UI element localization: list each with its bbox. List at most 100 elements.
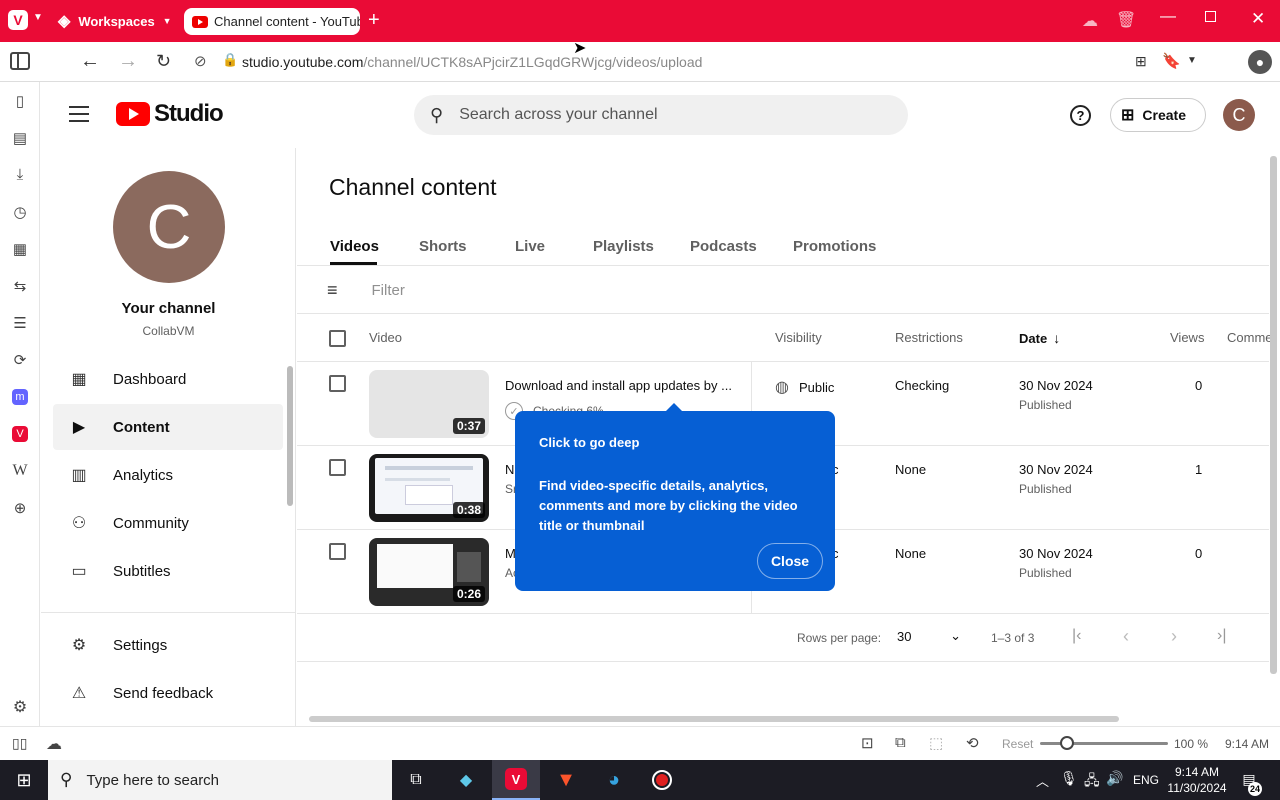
microphone-icon[interactable]: 🎙 (1060, 770, 1078, 787)
video-thumbnail[interactable]: 0:37 (369, 370, 489, 438)
zoom-reset-button[interactable]: Reset (1002, 737, 1033, 751)
tab-promotions[interactable]: Promotions (793, 238, 876, 255)
video-thumbnail[interactable]: 0:26 (369, 538, 489, 606)
search-bar[interactable]: ⚲ Search across your channel (414, 95, 908, 135)
tab-shorts[interactable]: Shorts (419, 238, 515, 255)
search-input[interactable]: Search across your channel (459, 106, 657, 124)
language-indicator[interactable]: ENG (1133, 773, 1159, 787)
taskbar-search[interactable]: ⚲ Type here to search (48, 760, 392, 800)
cloud-sync-icon[interactable]: ☁ (1082, 11, 1098, 31)
reload-button[interactable]: ↻ (156, 51, 171, 72)
sidebar-item-subtitles[interactable]: ▭ Subtitles (53, 548, 283, 594)
capture-icon[interactable]: ⊡ (861, 734, 874, 752)
volume-icon[interactable]: 🔊 (1106, 770, 1123, 787)
taskbar-clock[interactable]: 9:14 AM 11/30/2024 (1166, 764, 1228, 796)
lock-icon[interactable]: 🔒 (222, 52, 238, 68)
prev-page-icon[interactable]: ‹ (1123, 626, 1129, 647)
sync-icon[interactable]: ⟳ (0, 341, 40, 378)
rss-icon[interactable]: ⊞ (1135, 53, 1147, 70)
forward-button[interactable]: → (118, 50, 138, 73)
row-checkbox[interactable] (329, 375, 346, 392)
trash-icon[interactable]: 🗑 (1116, 10, 1136, 30)
vivaldi-menu-icon[interactable]: V (8, 10, 28, 30)
column-visibility[interactable]: Visibility (775, 330, 822, 345)
bookmark-icon[interactable]: 🔖 (1162, 52, 1181, 70)
zoom-slider-thumb[interactable] (1060, 736, 1074, 750)
row-checkbox[interactable] (329, 543, 346, 560)
rows-per-page-select[interactable]: 30 ⌄ (897, 628, 961, 644)
next-page-icon[interactable]: › (1171, 626, 1177, 647)
browser-tab[interactable]: Channel content - YouTube (184, 8, 360, 35)
app-icon[interactable]: ◆ (442, 760, 490, 800)
zoom-slider[interactable] (1040, 736, 1168, 750)
panel-toggle-icon[interactable] (10, 52, 30, 70)
tray-chevron-icon[interactable]: ︿ (1036, 771, 1049, 790)
sidebar-item-send-feedback[interactable]: ⚠ Send feedback (53, 670, 283, 716)
column-views[interactable]: Views (1170, 330, 1204, 345)
page-actions-icon[interactable]: ⬚ (929, 734, 943, 752)
sidebar-item-content[interactable]: ▶ Content (53, 404, 283, 450)
sidebar-item-dashboard[interactable]: ▦ Dashboard (53, 356, 283, 402)
vivaldi-icon[interactable]: V (0, 415, 40, 452)
downloads-icon[interactable]: ⤓ (0, 156, 40, 193)
create-button[interactable]: ⊞ Create (1110, 98, 1206, 132)
back-button[interactable]: ← (80, 50, 100, 73)
tracker-blocker-icon[interactable]: ⊘ (194, 52, 207, 70)
select-all-checkbox[interactable] (329, 330, 346, 347)
record-icon[interactable] (638, 760, 686, 800)
url-field[interactable]: studio.youtube.com/channel/UCTK8sAPjcirZ… (242, 54, 702, 70)
taskbar-search-input[interactable]: Type here to search (86, 772, 219, 789)
visibility-cell[interactable]: ◍ Public (775, 377, 834, 397)
vivaldi-taskbar-icon[interactable]: V (492, 760, 540, 800)
history-icon[interactable]: ◷ (0, 193, 40, 230)
cloud-sync-icon[interactable]: ☁ (46, 734, 62, 754)
mastodon-icon[interactable]: m (0, 378, 40, 415)
brave-icon[interactable]: ▼ (542, 760, 590, 800)
bookmarks-panel-icon[interactable]: ▯ (0, 82, 40, 119)
account-avatar[interactable]: C (1223, 99, 1255, 131)
sidebar-item-settings[interactable]: ⚙ Settings (53, 622, 283, 668)
studio-logo[interactable]: Studio (116, 100, 224, 128)
reading-icon[interactable]: ☰ (0, 304, 40, 341)
sidebar-scrollbar[interactable] (287, 366, 293, 506)
tab-live[interactable]: Live (515, 238, 593, 255)
windows-start-icon[interactable]: ⊞ (0, 760, 48, 800)
column-date[interactable]: Date ↓ (1019, 330, 1060, 346)
network-icon[interactable]: 🖧 (1084, 770, 1100, 794)
task-view-icon[interactable]: ⧉ (392, 760, 440, 800)
gear-icon[interactable]: ⚙ (0, 692, 40, 722)
maximize-button[interactable] (1205, 11, 1216, 22)
tab-videos[interactable]: Videos (330, 238, 419, 255)
horizontal-scrollbar[interactable] (309, 716, 1119, 722)
workspaces-button[interactable]: ◈ Workspaces ▼ (58, 9, 172, 33)
edge-icon[interactable]: ◕ (590, 760, 638, 800)
sidebar-item-community[interactable]: ⚇ Community (53, 500, 283, 546)
vertical-scrollbar[interactable] (1270, 156, 1277, 674)
chevron-down-icon[interactable]: ▼ (1187, 55, 1197, 66)
image-toggle-icon[interactable]: ⟲ (966, 734, 979, 752)
hamburger-menu-icon[interactable] (69, 106, 89, 122)
column-comments[interactable]: Comme (1227, 330, 1273, 345)
video-title[interactable]: N (505, 462, 514, 477)
chevron-down-icon[interactable]: ▼ (33, 12, 43, 23)
tooltip-close-button[interactable]: Close (757, 543, 823, 579)
close-window-button[interactable]: ✕ (1251, 9, 1265, 29)
notes-icon[interactable]: ▦ (0, 230, 40, 267)
tab-playlists[interactable]: Playlists (593, 238, 690, 255)
tab-podcasts[interactable]: Podcasts (690, 238, 793, 255)
first-page-icon[interactable]: |‹ (1072, 627, 1081, 645)
sidebar-item-analytics[interactable]: ▥ Analytics (53, 452, 283, 498)
wikipedia-icon[interactable]: W (0, 452, 40, 489)
translate-icon[interactable]: ⇆ (0, 267, 40, 304)
filter-bar[interactable]: ≡ Filter (327, 278, 405, 302)
minimize-button[interactable]: — (1160, 8, 1176, 26)
reading-list-icon[interactable]: ▤ (0, 119, 40, 156)
filter-input[interactable]: Filter (372, 282, 405, 299)
panel-toggle-icon[interactable]: ▯▯ (12, 735, 27, 752)
video-thumbnail[interactable]: 0:38 (369, 454, 489, 522)
channel-avatar[interactable]: C (113, 171, 225, 283)
row-checkbox[interactable] (329, 459, 346, 476)
new-tab-button[interactable]: + (368, 9, 380, 32)
last-page-icon[interactable]: ›| (1217, 627, 1226, 645)
profile-icon[interactable]: ● (1248, 50, 1272, 74)
